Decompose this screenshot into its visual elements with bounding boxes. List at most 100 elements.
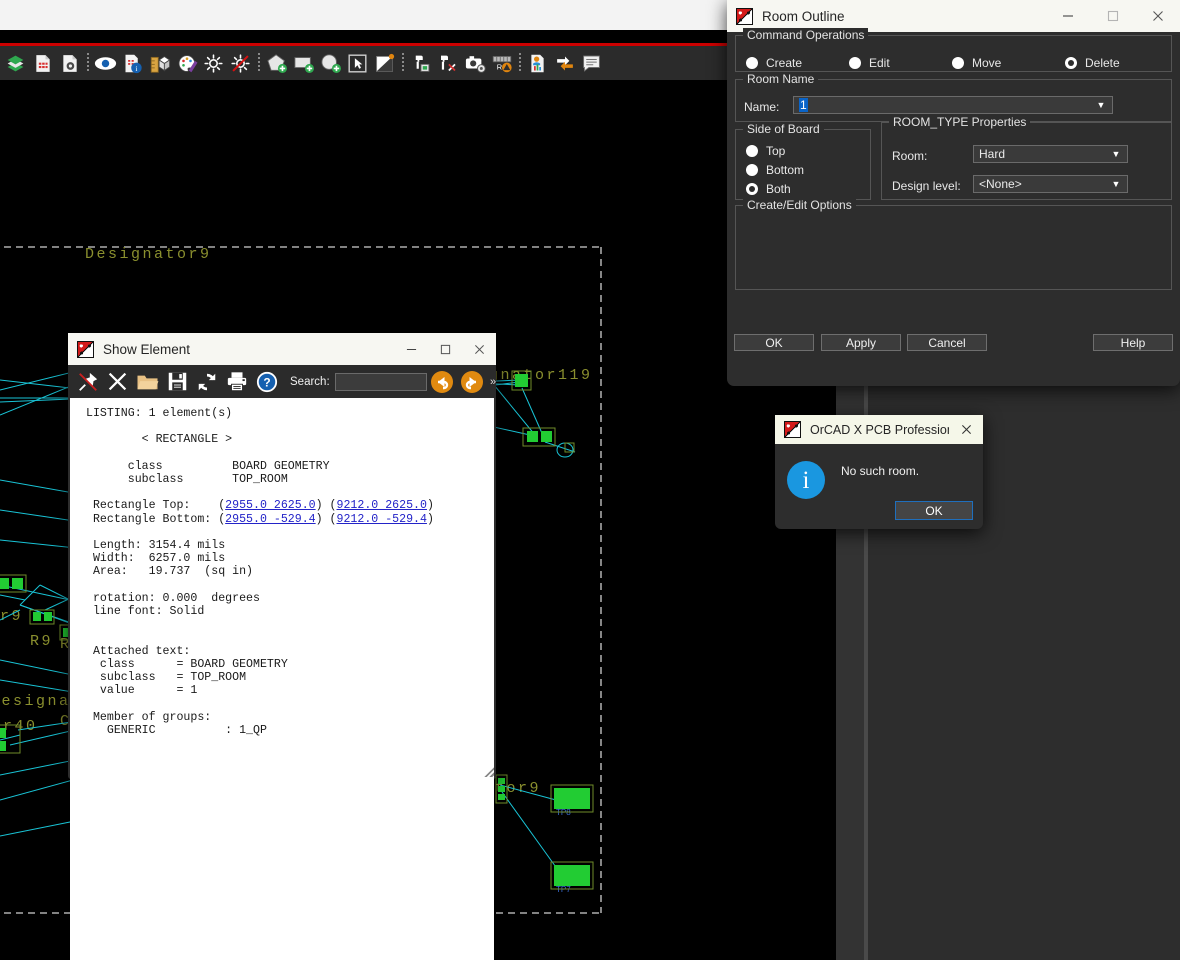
search-input[interactable] — [334, 372, 428, 391]
close-button[interactable] — [949, 414, 983, 446]
camera-settings-icon[interactable] — [462, 50, 487, 76]
toolbar-separator — [515, 52, 524, 74]
visibility-eye-icon[interactable] — [93, 50, 118, 76]
add-shape-icon[interactable] — [264, 50, 289, 76]
area-value: Area: 19.737 (sq in) — [92, 565, 253, 579]
message-box-dialog[interactable]: OrCAD X PCB Profession... i No such room… — [775, 415, 983, 529]
pin-off-icon[interactable] — [73, 368, 103, 396]
radio-create-indicator[interactable] — [746, 57, 758, 69]
refresh-icon[interactable] — [192, 368, 222, 396]
rect-top-p1-link[interactable]: 2955.0 2625.0 — [225, 499, 315, 512]
cancel-button[interactable]: Cancel — [907, 334, 987, 351]
element-type: < RECTANGLE > — [141, 433, 233, 447]
show-element-toolbar[interactable]: ? Search: » — [68, 365, 496, 398]
color-palette-icon[interactable] — [174, 50, 199, 76]
chevron-down-icon[interactable]: ▼ — [1090, 100, 1112, 110]
chevron-down-icon[interactable]: ▼ — [1105, 149, 1127, 159]
minimize-button[interactable] — [1045, 0, 1090, 32]
print-icon[interactable] — [222, 368, 252, 396]
room-type-combobox[interactable]: Hard ▼ — [973, 145, 1128, 163]
toolbar-overflow-icon[interactable]: » — [490, 376, 496, 388]
save-icon[interactable] — [163, 368, 193, 396]
radio-create[interactable]: Create — [746, 56, 802, 70]
radio-move-label: Move — [972, 56, 1002, 70]
element-info-icon[interactable]: i — [120, 50, 145, 76]
layers-icon[interactable] — [3, 50, 28, 76]
application-window: i R2 Designator9 r9 R9 esigna r40 tor9 T… — [0, 0, 1180, 960]
command-operations-legend: Command Operations — [743, 28, 869, 42]
close-button[interactable] — [1135, 0, 1180, 32]
design-level-combobox[interactable]: <None> ▼ — [973, 175, 1128, 193]
room-outline-title: Room Outline — [762, 8, 845, 24]
select-icon[interactable] — [345, 50, 370, 76]
svg-text:?: ? — [263, 375, 270, 389]
report-icon[interactable] — [525, 50, 550, 76]
svg-text:Designa: Designa — [0, 693, 71, 710]
room-name-combobox[interactable]: 1 ▼ — [793, 96, 1113, 114]
comment-icon[interactable] — [579, 50, 604, 76]
ok-button[interactable]: OK — [734, 334, 814, 351]
radio-top[interactable]: Top — [746, 144, 785, 158]
radio-edit-indicator[interactable] — [849, 57, 861, 69]
create-edit-options-group: Create/Edit Options — [735, 198, 1172, 290]
radio-both-label: Both — [766, 182, 791, 196]
measure-3d-icon[interactable] — [147, 50, 172, 76]
r2-alert-icon[interactable]: R2 — [489, 50, 514, 76]
search-label: Search: — [290, 375, 330, 388]
radio-top-label: Top — [766, 144, 786, 158]
maximize-button[interactable] — [1090, 0, 1135, 32]
close-x-icon[interactable] — [103, 368, 133, 396]
radio-bottom[interactable]: Bottom — [746, 163, 804, 177]
minimize-button[interactable] — [394, 333, 428, 365]
brightness-off-icon[interactable] — [228, 50, 253, 76]
rect-bottom-p2-link[interactable]: 9212.0 -529.4 — [337, 513, 427, 526]
class-value: BOARD GEOMETRY — [232, 459, 330, 473]
rect-top-p2-link[interactable]: 9212.0 2625.0 — [337, 499, 427, 512]
svg-text:R9: R9 — [30, 633, 53, 650]
radio-both-indicator[interactable] — [746, 183, 758, 195]
room-name-value[interactable]: 1 — [799, 98, 808, 112]
info-icon: i — [787, 461, 825, 499]
radio-both[interactable]: Both — [746, 182, 791, 196]
close-button[interactable] — [462, 333, 496, 365]
message-box-titlebar[interactable]: OrCAD X PCB Profession... — [775, 415, 983, 444]
attached-value: value = 1 — [92, 684, 198, 698]
room-outline-dialog[interactable]: Room Outline Command Operations Create E… — [727, 0, 1180, 386]
dfa-tools-icon[interactable] — [435, 50, 460, 76]
show-element-dialog[interactable]: Show Element ? Search: » LISTING: 1 elem… — [68, 333, 496, 960]
radio-delete-indicator[interactable] — [1065, 57, 1077, 69]
radio-top-indicator[interactable] — [746, 145, 758, 157]
radio-move-indicator[interactable] — [952, 57, 964, 69]
shade-icon[interactable] — [372, 50, 397, 76]
maximize-button[interactable] — [428, 333, 462, 365]
radio-delete[interactable]: Delete — [1065, 56, 1120, 70]
show-element-titlebar[interactable]: Show Element — [68, 333, 496, 365]
radio-move[interactable]: Move — [952, 56, 1001, 70]
undo-icon[interactable] — [427, 368, 457, 396]
room-type-properties-legend: ROOM_TYPE Properties — [889, 115, 1031, 129]
rect-bottom-p1-link[interactable]: 2955.0 -529.4 — [225, 513, 315, 526]
line-font-value: line font: Solid — [92, 605, 205, 619]
member-of-groups-header: Member of groups: — [92, 710, 212, 724]
svg-text:Designator9: Designator9 — [85, 246, 212, 263]
open-folder-icon[interactable] — [133, 368, 163, 396]
spreadsheet-icon[interactable] — [30, 50, 55, 76]
room-name-legend: Room Name — [743, 72, 819, 86]
add-circle-icon[interactable] — [318, 50, 343, 76]
document-settings-icon[interactable] — [57, 50, 82, 76]
redo-icon[interactable] — [457, 368, 487, 396]
brightness-on-icon[interactable] — [201, 50, 226, 76]
design-level-label: Design level: — [892, 179, 961, 193]
message-box-ok-button[interactable]: OK — [895, 501, 973, 520]
dfa-probe-icon[interactable] — [408, 50, 433, 76]
radio-edit[interactable]: Edit — [849, 56, 890, 70]
help-icon[interactable]: ? — [252, 368, 282, 396]
resize-grip[interactable] — [483, 766, 494, 777]
help-button[interactable]: Help — [1093, 334, 1173, 351]
show-element-output[interactable]: LISTING: 1 element(s) < RECTANGLE > clas… — [70, 398, 494, 960]
add-rectangle-icon[interactable] — [291, 50, 316, 76]
chevron-down-icon[interactable]: ▼ — [1105, 179, 1127, 189]
radio-bottom-indicator[interactable] — [746, 164, 758, 176]
sync-icon[interactable] — [552, 50, 577, 76]
apply-button[interactable]: Apply — [821, 334, 901, 351]
